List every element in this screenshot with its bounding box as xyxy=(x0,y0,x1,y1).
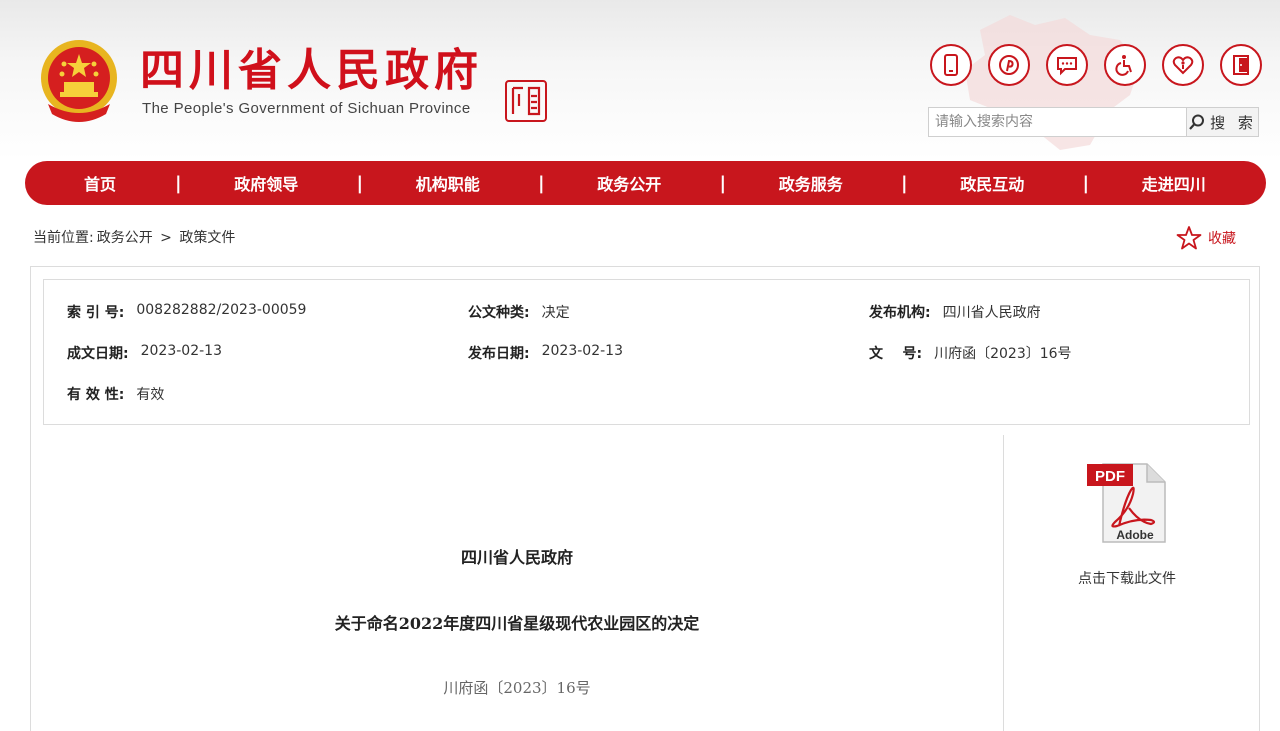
nav-item-services[interactable]: 政务服务 xyxy=(721,171,902,195)
pinterest-style-p-icon[interactable] xyxy=(988,44,1030,86)
content-frame: 索 引 号: 008282882/2023-00059 公文种类: 决定 发布机… xyxy=(30,266,1260,731)
meta-publish-date-value: 2023-02-13 xyxy=(541,343,623,359)
meta-written-date-label: 成文日期: xyxy=(67,346,129,362)
meta-document-number: 文 号: 川府函〔2023〕16号 xyxy=(869,343,1072,363)
meta-type: 公文种类: 决定 xyxy=(468,302,570,322)
chat-bubble-icon[interactable] xyxy=(1046,44,1088,86)
search-button-label: 搜 索 xyxy=(1210,113,1257,132)
meta-validity: 有 效 性: 有效 xyxy=(67,384,164,404)
search-icon xyxy=(1189,114,1205,130)
download-file-link[interactable]: 点击下载此文件 xyxy=(1004,568,1250,588)
favorite-button[interactable]: 收藏 xyxy=(1176,225,1236,251)
site-subtitle: The People's Government of Sichuan Provi… xyxy=(142,100,471,117)
document-metadata: 索 引 号: 008282882/2023-00059 公文种类: 决定 发布机… xyxy=(43,279,1250,425)
meta-publish-date: 发布日期: 2023-02-13 xyxy=(468,343,623,363)
pdf-file-icon[interactable]: PDF Adobe xyxy=(1085,460,1169,544)
meta-written-date-value: 2023-02-13 xyxy=(140,343,222,359)
meta-written-date: 成文日期: 2023-02-13 xyxy=(67,343,222,363)
meta-publisher: 发布机构: 四川省人民政府 xyxy=(869,302,1041,322)
nav-item-interaction[interactable]: 政民互动 xyxy=(902,171,1083,195)
favorite-label: 收藏 xyxy=(1208,231,1236,247)
star-icon xyxy=(1176,226,1202,250)
nav-item-open-government[interactable]: 政务公开 xyxy=(539,171,720,195)
site-header: 四川省人民政府 The People's Government of Sichu… xyxy=(0,0,1280,160)
mobile-icon[interactable] xyxy=(930,44,972,86)
meta-document-number-label: 文 号: xyxy=(869,346,923,362)
main-nav: 首页 | 政府领导 | 机构职能 | 政务公开 | 政务服务 | 政民互动 | … xyxy=(25,161,1266,205)
meta-type-label: 公文种类: xyxy=(468,305,530,321)
page: 四川省人民政府 The People's Government of Sichu… xyxy=(0,0,1280,731)
china-seal-logo xyxy=(505,80,547,122)
search-button[interactable]: 搜 索 xyxy=(1186,108,1258,136)
meta-index-value: 008282882/2023-00059 xyxy=(136,302,307,318)
meta-validity-value: 有效 xyxy=(136,387,165,403)
document-issuer: 四川省人民政府 xyxy=(460,548,573,567)
meta-index: 索 引 号: 008282882/2023-00059 xyxy=(67,302,306,322)
national-emblem-icon xyxy=(41,40,117,122)
nav-item-leaders[interactable]: 政府领导 xyxy=(176,171,357,195)
site-title: 四川省人民政府 xyxy=(140,45,483,96)
adobe-text: Adobe xyxy=(1116,528,1154,542)
elderly-care-icon[interactable] xyxy=(1162,44,1204,86)
search-input[interactable] xyxy=(929,108,1186,136)
meta-validity-label: 有 效 性: xyxy=(67,387,125,403)
nav-item-about-sichuan[interactable]: 走进四川 xyxy=(1084,171,1265,195)
meta-index-label: 索 引 号: xyxy=(67,305,125,321)
accessibility-wheelchair-icon[interactable] xyxy=(1104,44,1146,86)
breadcrumb: 当前位置: 政务公开 > 政策文件 xyxy=(33,227,238,247)
search-box: 搜 索 xyxy=(928,107,1259,137)
meta-type-value: 决定 xyxy=(541,305,570,321)
document-number: 川府函〔2023〕16号 xyxy=(443,679,591,697)
document-title: 关于命名2022年度四川省星级现代农业园区的决定 xyxy=(334,614,700,633)
meta-publisher-value: 四川省人民政府 xyxy=(942,305,1041,321)
breadcrumb-link-open-government[interactable]: 政务公开 xyxy=(97,230,153,246)
breadcrumb-separator: > xyxy=(160,230,172,246)
nav-item-home[interactable]: 首页 xyxy=(25,171,175,195)
exit-door-icon[interactable] xyxy=(1220,44,1262,86)
breadcrumb-link-policy-docs[interactable]: 政策文件 xyxy=(179,230,235,246)
pdf-badge-text: PDF xyxy=(1095,468,1125,485)
meta-publish-date-label: 发布日期: xyxy=(468,346,530,362)
meta-document-number-value: 川府函〔2023〕16号 xyxy=(934,346,1072,362)
breadcrumb-prefix: 当前位置: xyxy=(33,230,94,246)
quick-icon-row xyxy=(930,44,1278,86)
nav-item-departments[interactable]: 机构职能 xyxy=(358,171,539,195)
meta-publisher-label: 发布机构: xyxy=(869,305,931,321)
